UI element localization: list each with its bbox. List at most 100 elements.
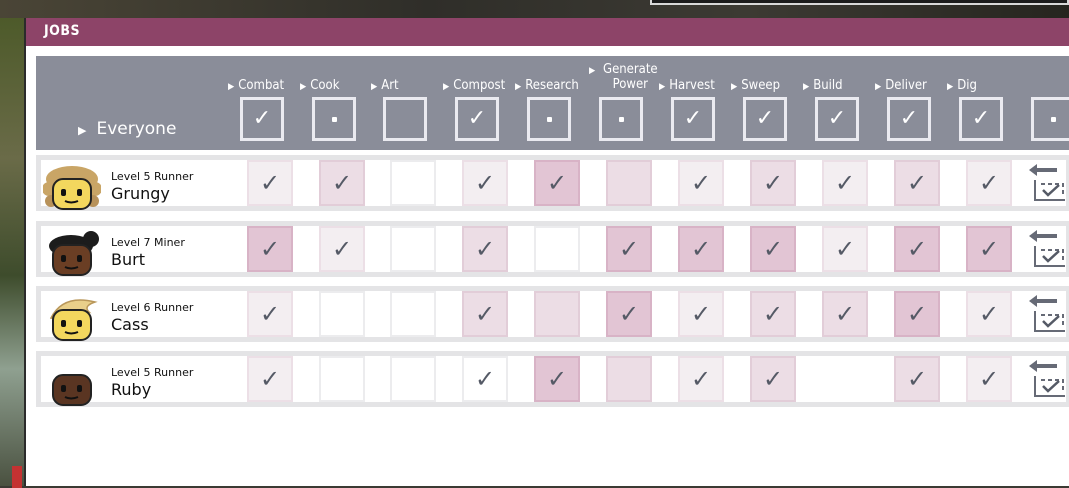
job-checkbox-cook[interactable]: ✓ — [319, 160, 365, 206]
dupe-row-cass: Level 6 Runner Cass ✓ ✓ ✓ ✓ ✓ ✓ ✓ ✓ — [36, 286, 1069, 342]
copy-settings-icon[interactable] — [1027, 224, 1067, 270]
job-checkbox-combat[interactable]: ✓ — [247, 226, 293, 272]
column-header-label: Power — [612, 77, 648, 92]
column-priority-toggle-combat[interactable]: ✓ — [240, 97, 284, 141]
avatar[interactable] — [43, 296, 101, 342]
column-header-sweep[interactable]: ▶ Sweep — [731, 78, 780, 93]
column-header-dig[interactable]: ▶ Dig — [947, 78, 977, 93]
column-header-art[interactable]: ▶ Art — [371, 78, 399, 93]
job-checkbox-power[interactable] — [606, 356, 652, 402]
job-checkbox-cook[interactable]: ✓ — [319, 226, 365, 272]
job-checkbox-harvest[interactable]: ✓ — [678, 291, 724, 337]
column-priority-toggle-research[interactable] — [527, 97, 571, 141]
job-checkbox-compost[interactable]: ✓ — [462, 160, 508, 206]
column-priority-toggle-dig[interactable]: ✓ — [959, 97, 1003, 141]
job-checkbox-research[interactable] — [534, 291, 580, 337]
avatar[interactable] — [42, 165, 102, 211]
check-icon: ✓ — [978, 169, 1000, 197]
job-checkbox-cook[interactable] — [319, 356, 365, 402]
job-checkbox-harvest[interactable]: ✓ — [678, 226, 724, 272]
column-priority-toggle-cook[interactable] — [312, 97, 356, 141]
column-priority-toggle-extra[interactable] — [1031, 97, 1069, 141]
dupe-row-ruby: Level 5 Runner Ruby ✓ ✓ ✓ ✓ ✓ ✓ ✓ — [36, 351, 1069, 407]
copy-settings-icon[interactable] — [1027, 289, 1067, 335]
job-checkbox-sweep[interactable]: ✓ — [750, 291, 796, 337]
job-checkbox-harvest[interactable]: ✓ — [678, 160, 724, 206]
column-header-build[interactable]: ▶ Build — [803, 78, 843, 93]
job-checkbox-deliver[interactable]: ✓ — [894, 291, 940, 337]
job-checkbox-research[interactable]: ✓ — [534, 160, 580, 206]
job-checkbox-harvest[interactable]: ✓ — [678, 356, 724, 402]
triangle-right-icon: ▶ — [731, 82, 738, 92]
job-checkbox-build[interactable]: ✓ — [822, 160, 868, 206]
check-icon: ✓ — [834, 300, 856, 328]
dupe-name[interactable]: Grungy — [111, 184, 170, 203]
column-header-cook[interactable]: ▶ Cook — [300, 78, 339, 93]
column-priority-toggle-compost[interactable]: ✓ — [455, 97, 499, 141]
dupe-role: Level 7 Miner — [111, 236, 185, 249]
job-checkbox-compost[interactable]: ✓ — [462, 356, 508, 402]
job-checkbox-compost[interactable]: ✓ — [462, 226, 508, 272]
column-header-line1: Generate — [603, 62, 658, 77]
check-icon: ✓ — [762, 300, 784, 328]
job-checkbox-deliver[interactable]: ✓ — [894, 356, 940, 402]
job-checkbox-sweep[interactable]: ✓ — [750, 160, 796, 206]
job-checkbox-combat[interactable]: ✓ — [247, 356, 293, 402]
job-checkbox-research[interactable]: ✓ — [534, 356, 580, 402]
job-checkbox-sweep[interactable]: ✓ — [750, 226, 796, 272]
check-icon: ✓ — [252, 106, 272, 131]
dupe-name[interactable]: Burt — [111, 250, 145, 269]
column-header-harvest[interactable]: ▶ Harvest — [659, 78, 715, 93]
copy-settings-icon[interactable] — [1027, 158, 1067, 204]
avatar[interactable] — [43, 361, 101, 407]
column-priority-toggle-sweep[interactable]: ✓ — [743, 97, 787, 141]
dupe-name[interactable]: Ruby — [111, 380, 151, 399]
job-checkbox-power[interactable]: ✓ — [606, 291, 652, 337]
column-priority-toggle-build[interactable]: ✓ — [815, 97, 859, 141]
job-checkbox-dig[interactable]: ✓ — [966, 160, 1012, 206]
check-icon: ✓ — [259, 235, 281, 263]
check-icon: ✓ — [899, 106, 919, 131]
triangle-right-icon: ▶ — [228, 82, 235, 92]
column-header-research[interactable]: ▶ Research — [515, 78, 579, 93]
check-icon: ✓ — [834, 235, 856, 263]
everyone-button[interactable]: ▶ Everyone — [78, 119, 176, 139]
dupe-name[interactable]: Cass — [111, 315, 149, 334]
job-checkbox-dig[interactable]: ✓ — [966, 226, 1012, 272]
job-checkbox-art[interactable] — [390, 291, 436, 337]
job-checkbox-build[interactable]: ✓ — [822, 291, 868, 337]
column-header-label: Compost — [453, 78, 506, 93]
job-checkbox-art[interactable] — [390, 160, 436, 206]
job-checkbox-art[interactable] — [390, 356, 436, 402]
title-bar: JOBS — [26, 18, 1069, 46]
column-header-combat[interactable]: ▶ Combat — [228, 78, 284, 93]
copy-settings-icon[interactable] — [1027, 354, 1067, 400]
check-icon: ✓ — [762, 235, 784, 263]
column-priority-toggle-harvest[interactable]: ✓ — [671, 97, 715, 141]
job-checkbox-combat[interactable]: ✓ — [247, 160, 293, 206]
job-checkbox-power[interactable]: ✓ — [606, 226, 652, 272]
job-checkbox-build[interactable]: ✓ — [822, 226, 868, 272]
check-icon: ✓ — [546, 365, 568, 393]
job-checkbox-cook[interactable] — [319, 291, 365, 337]
job-checkbox-dig[interactable]: ✓ — [966, 291, 1012, 337]
avatar[interactable] — [43, 231, 101, 277]
job-checkbox-research[interactable] — [534, 226, 580, 272]
job-checkbox-deliver[interactable]: ✓ — [894, 226, 940, 272]
job-checkbox-compost[interactable]: ✓ — [462, 291, 508, 337]
job-checkbox-dig[interactable]: ✓ — [966, 356, 1012, 402]
column-header-deliver[interactable]: ▶ Deliver — [875, 78, 927, 93]
column-priority-toggle-art[interactable] — [383, 97, 427, 141]
column-header-compost[interactable]: ▶ Compost — [443, 78, 505, 93]
job-checkbox-power[interactable] — [606, 160, 652, 206]
everyone-label: Everyone — [96, 119, 177, 139]
job-checkbox-build[interactable] — [822, 356, 868, 402]
column-priority-toggle-power[interactable] — [599, 97, 643, 141]
job-checkbox-sweep[interactable]: ✓ — [750, 356, 796, 402]
job-checkbox-combat[interactable]: ✓ — [247, 291, 293, 337]
column-priority-toggle-deliver[interactable]: ✓ — [887, 97, 931, 141]
column-header-power[interactable]: ▶ Generate Power — [589, 62, 658, 92]
job-checkbox-deliver[interactable]: ✓ — [894, 160, 940, 206]
check-icon: ✓ — [259, 365, 281, 393]
job-checkbox-art[interactable] — [390, 226, 436, 272]
